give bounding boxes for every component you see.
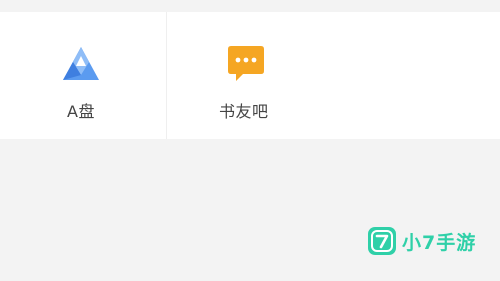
watermark: 小7手游 xyxy=(368,227,476,255)
a-disk-icon xyxy=(59,44,103,84)
watermark-logo-icon xyxy=(368,227,396,255)
top-divider-strip xyxy=(0,0,500,12)
watermark-text: 小7手游 xyxy=(402,231,477,254)
tool-book-friends-label: 书友吧 xyxy=(219,102,269,121)
tools-row: A盘 书友吧 xyxy=(0,12,500,139)
tool-book-friends[interactable]: 书友吧 xyxy=(167,12,317,139)
chat-bubble-icon xyxy=(223,44,267,84)
tool-a-disk-label: A盘 xyxy=(67,102,95,121)
tool-a-disk[interactable]: A盘 xyxy=(0,12,167,139)
